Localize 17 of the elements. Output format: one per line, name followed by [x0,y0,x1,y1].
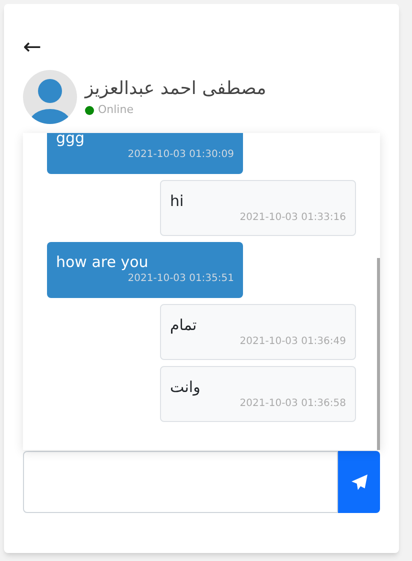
scrollbar[interactable] [377,258,380,450]
message-text: ggg [56,133,86,148]
message-time: 2021-10-03 01:36:58 [240,397,346,411]
message-text: how are you [56,252,150,272]
message-time: 2021-10-03 01:30:09 [128,148,234,162]
message-time: 2021-10-03 01:33:16 [240,211,346,225]
send-icon [350,474,368,490]
message-time: 2021-10-03 01:36:49 [240,335,346,349]
message-input[interactable] [23,451,338,513]
message-text: hi [170,191,185,211]
back-button[interactable]: ← [23,38,42,58]
send-button[interactable] [338,451,380,513]
message-text: وانت [170,377,202,397]
message-text: تمام [170,315,198,335]
status-text: Online [98,102,134,118]
message-time: 2021-10-03 01:35:51 [128,272,234,286]
contact-name: مصطفى احمد عبدالعزيز [85,76,266,101]
